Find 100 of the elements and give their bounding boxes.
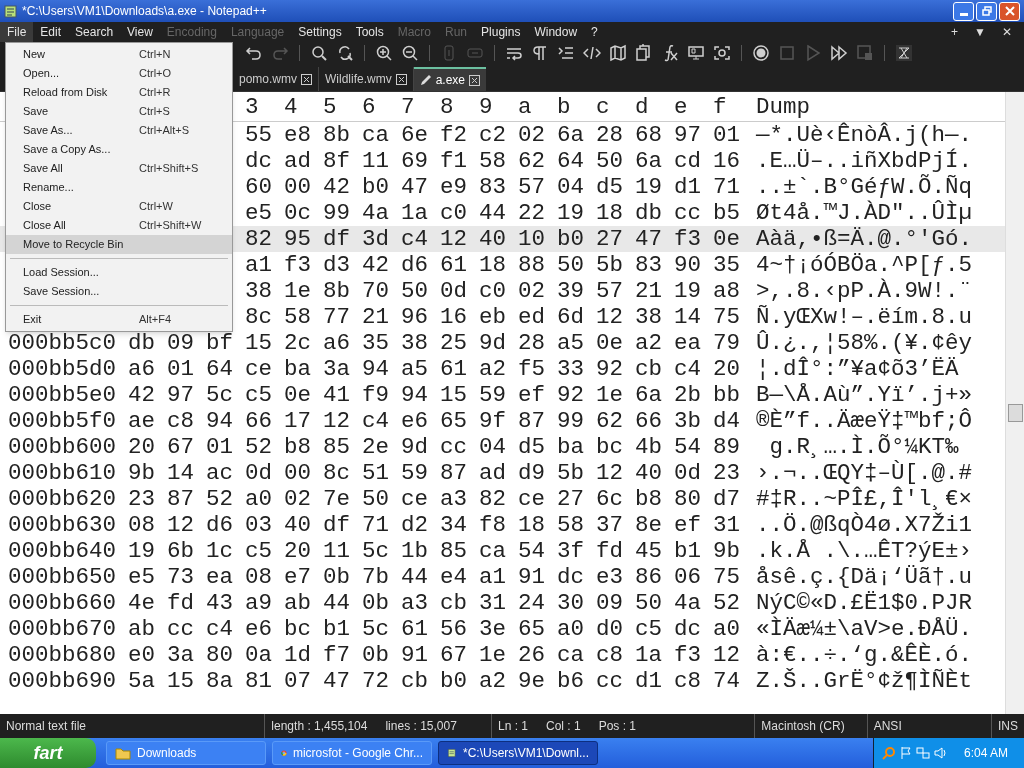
column-header: Dump bbox=[755, 93, 810, 120]
byte-cell-text: c8 bbox=[596, 642, 624, 668]
documents-icon[interactable] bbox=[635, 44, 653, 62]
menu-item[interactable]: Close All Ctrl+Shift+W bbox=[6, 216, 232, 235]
menu-item[interactable]: Search bbox=[68, 22, 121, 42]
menu-item[interactable]: Open... Ctrl+O bbox=[6, 64, 232, 83]
search-icon[interactable] bbox=[310, 44, 328, 62]
menu-item[interactable]: Save a Copy As... bbox=[6, 140, 232, 159]
menu-item[interactable]: Save All Ctrl+Shift+S bbox=[6, 159, 232, 178]
close-icon[interactable] bbox=[469, 74, 481, 86]
byte-cell-text: 02 bbox=[518, 122, 546, 148]
taskbar-button[interactable]: Downloads bbox=[106, 741, 266, 765]
menu-item[interactable]: Save As... Ctrl+Alt+S bbox=[6, 121, 232, 140]
column-label: Col : 1 bbox=[546, 718, 581, 735]
camera-icon[interactable] bbox=[713, 44, 731, 62]
zoom-out-icon[interactable] bbox=[401, 44, 419, 62]
byte-cell-text: 6b bbox=[167, 538, 195, 564]
menu-item[interactable]: New Ctrl+N bbox=[6, 45, 232, 64]
dump-cell-text: à:€..÷.‘g.&ÊÈ.ó. bbox=[755, 642, 973, 668]
address-cell-text: 000bb5e0 bbox=[8, 382, 118, 408]
indent-guide-icon[interactable] bbox=[557, 44, 575, 62]
new-tab-button[interactable]: + bbox=[951, 23, 959, 41]
menu-item[interactable]: Edit bbox=[33, 22, 69, 42]
byte-cell-text: ad bbox=[284, 148, 312, 174]
menu-item[interactable]: Save Ctrl+S bbox=[6, 102, 232, 121]
menu-item[interactable]: ? bbox=[584, 22, 605, 42]
byte-cell-text: 75 bbox=[713, 304, 741, 330]
byte-cell-text: 19 bbox=[674, 278, 702, 304]
code-tag-icon[interactable] bbox=[583, 44, 601, 62]
byte-cell-text: 85 bbox=[323, 434, 351, 460]
byte-cell-text: cc bbox=[167, 616, 195, 642]
byte-cell-text: 35 bbox=[713, 252, 741, 278]
byte-cell-text: 20 bbox=[128, 434, 156, 460]
byte-cell-text: 81 bbox=[245, 668, 273, 694]
menu-item[interactable]: Plugins bbox=[474, 22, 528, 42]
menu-item[interactable]: Settings bbox=[291, 22, 349, 42]
byte-cell-text: 85 bbox=[440, 538, 468, 564]
byte-cell-text: 22 bbox=[518, 200, 546, 226]
menu-item[interactable]: Tools bbox=[348, 22, 391, 42]
taskbar-button[interactable]: microsfot - Google Chr... bbox=[272, 741, 432, 765]
minimize-button[interactable] bbox=[953, 1, 974, 21]
menu-item[interactable]: Window bbox=[527, 22, 585, 42]
window-title: *C:\Users\VM1\Downloads\a.exe - Notepad++ bbox=[22, 3, 268, 20]
scrollbar-thumb[interactable] bbox=[1007, 404, 1023, 422]
byte-cell-text: a2 bbox=[635, 330, 663, 356]
record-icon[interactable] bbox=[752, 44, 770, 62]
tab[interactable]: Wildlife.wmv bbox=[319, 67, 414, 91]
close-icon[interactable] bbox=[395, 73, 407, 85]
byte-cell-text: 61 bbox=[401, 616, 429, 642]
menu-item[interactable]: Save Session... bbox=[6, 282, 232, 301]
menu-item[interactable]: Rename... bbox=[6, 178, 232, 197]
taskbar-button[interactable]: *C:\Users\VM1\Downl... bbox=[438, 741, 598, 765]
zoom-in-icon[interactable] bbox=[375, 44, 393, 62]
hex-grid-icon[interactable] bbox=[895, 44, 913, 62]
line-label: Ln : 1 bbox=[497, 718, 528, 735]
refresh-search-icon[interactable] bbox=[336, 44, 354, 62]
byte-cell-text: 64 bbox=[206, 356, 234, 382]
byte-cell-text: 30 bbox=[557, 590, 585, 616]
byte-cell-text: ae bbox=[128, 408, 156, 434]
byte-cell-text: d0 bbox=[596, 616, 624, 642]
tab[interactable]: a.exe bbox=[413, 67, 487, 91]
byte-cell-text: e7 bbox=[284, 564, 312, 590]
byte-cell-text: 19 bbox=[557, 200, 585, 226]
byte-cell-text: 31 bbox=[713, 512, 741, 538]
menu-item[interactable]: Load Session... bbox=[6, 263, 232, 282]
byte-cell-text: dc bbox=[245, 148, 273, 174]
address-cell-text: 000bb620 bbox=[8, 486, 118, 512]
flag-icon[interactable] bbox=[899, 746, 912, 760]
close-icon[interactable] bbox=[301, 73, 312, 85]
close-icon bbox=[1004, 6, 1015, 16]
byte-cell-text: 83 bbox=[479, 174, 507, 200]
byte-cell-text: 1e bbox=[479, 642, 507, 668]
monitor-icon[interactable] bbox=[687, 44, 705, 62]
menu-item[interactable]: Reload from Disk Ctrl+R bbox=[6, 83, 232, 102]
undo-icon[interactable] bbox=[245, 44, 263, 62]
menu-item[interactable]: View bbox=[120, 22, 160, 42]
fast-forward-icon[interactable] bbox=[830, 44, 848, 62]
pilcrow-icon[interactable] bbox=[531, 44, 549, 62]
menu-item[interactable]: Move to Recycle Bin bbox=[6, 235, 232, 254]
shortcut-label: Ctrl+O bbox=[139, 66, 172, 82]
network-icon[interactable] bbox=[915, 746, 930, 760]
scrollbar[interactable] bbox=[1005, 92, 1024, 714]
menu-item[interactable]: Close Ctrl+W bbox=[6, 197, 232, 216]
map-icon[interactable] bbox=[609, 44, 627, 62]
byte-cell-text: a9 bbox=[245, 590, 273, 616]
byte-cell-text: b8 bbox=[635, 486, 663, 512]
byte-cell-text: 44 bbox=[479, 200, 507, 226]
close-button[interactable]: ✕ bbox=[1002, 23, 1012, 41]
close-button[interactable] bbox=[999, 1, 1020, 21]
byte-cell-text: 57 bbox=[518, 174, 546, 200]
menu-item[interactable]: Exit Alt+F4 bbox=[6, 310, 232, 329]
byte-cell-text: 96 bbox=[401, 304, 429, 330]
speaker-icon[interactable] bbox=[933, 746, 948, 760]
byte-cell-text: 99 bbox=[323, 200, 351, 226]
byte-cell-text: 5b bbox=[596, 252, 624, 278]
menu-item[interactable]: File bbox=[0, 22, 34, 42]
tab-list-button[interactable]: ▼ bbox=[974, 23, 986, 41]
restore-button[interactable] bbox=[976, 1, 997, 21]
byte-cell-text: f8 bbox=[479, 512, 507, 538]
byte-cell-text: fd bbox=[167, 590, 195, 616]
